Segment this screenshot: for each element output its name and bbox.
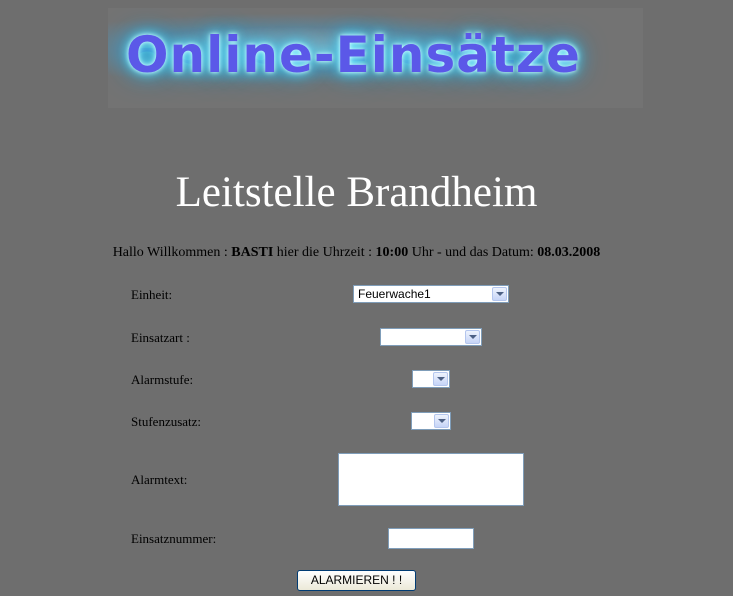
alarmstufe-label: Alarmstufe: [131,372,194,387]
einheit-select[interactable]: Feuerwache1 [353,285,509,303]
chevron-down-icon[interactable] [492,287,507,301]
current-date: 08.03.2008 [537,245,601,260]
chevron-down-icon[interactable] [433,372,448,386]
alarmieren-button[interactable]: ALARMIEREN ! ! [297,570,416,591]
welcome-prefix: Hallo Willkommen : [112,245,228,260]
einheit-select-value: Feuerwache1 [358,287,431,301]
page-title: Leitstelle Brandheim [175,169,538,216]
date-prefix: Uhr - und das Datum: [411,245,534,260]
time-prefix: hier die Uhrzeit : [276,245,373,260]
username: BASTI [231,245,274,260]
alarmstufe-select[interactable] [412,370,450,388]
alarmtext-textarea[interactable] [338,453,524,506]
current-time: 10:00 [375,245,409,260]
stufenzusatz-select[interactable] [411,412,451,430]
logo-banner: Online-Einsätze Online-Einsätze [108,8,643,108]
einsatznummer-input[interactable] [388,528,474,549]
einheit-label: Einheit: [131,287,173,302]
einsatzart-label: Einsatzart : [131,330,190,345]
logo: Online-Einsätze [126,26,581,84]
einsatzart-select[interactable] [380,328,482,346]
chevron-down-icon[interactable] [434,414,449,428]
einsatznummer-label: Einsatznummer: [131,531,217,546]
chevron-down-icon[interactable] [465,330,480,344]
stufenzusatz-label: Stufenzusatz: [131,414,202,429]
welcome-line: Hallo Willkommen : BASTI hier die Uhrzei… [0,245,713,261]
alarmtext-label: Alarmtext: [131,472,188,487]
